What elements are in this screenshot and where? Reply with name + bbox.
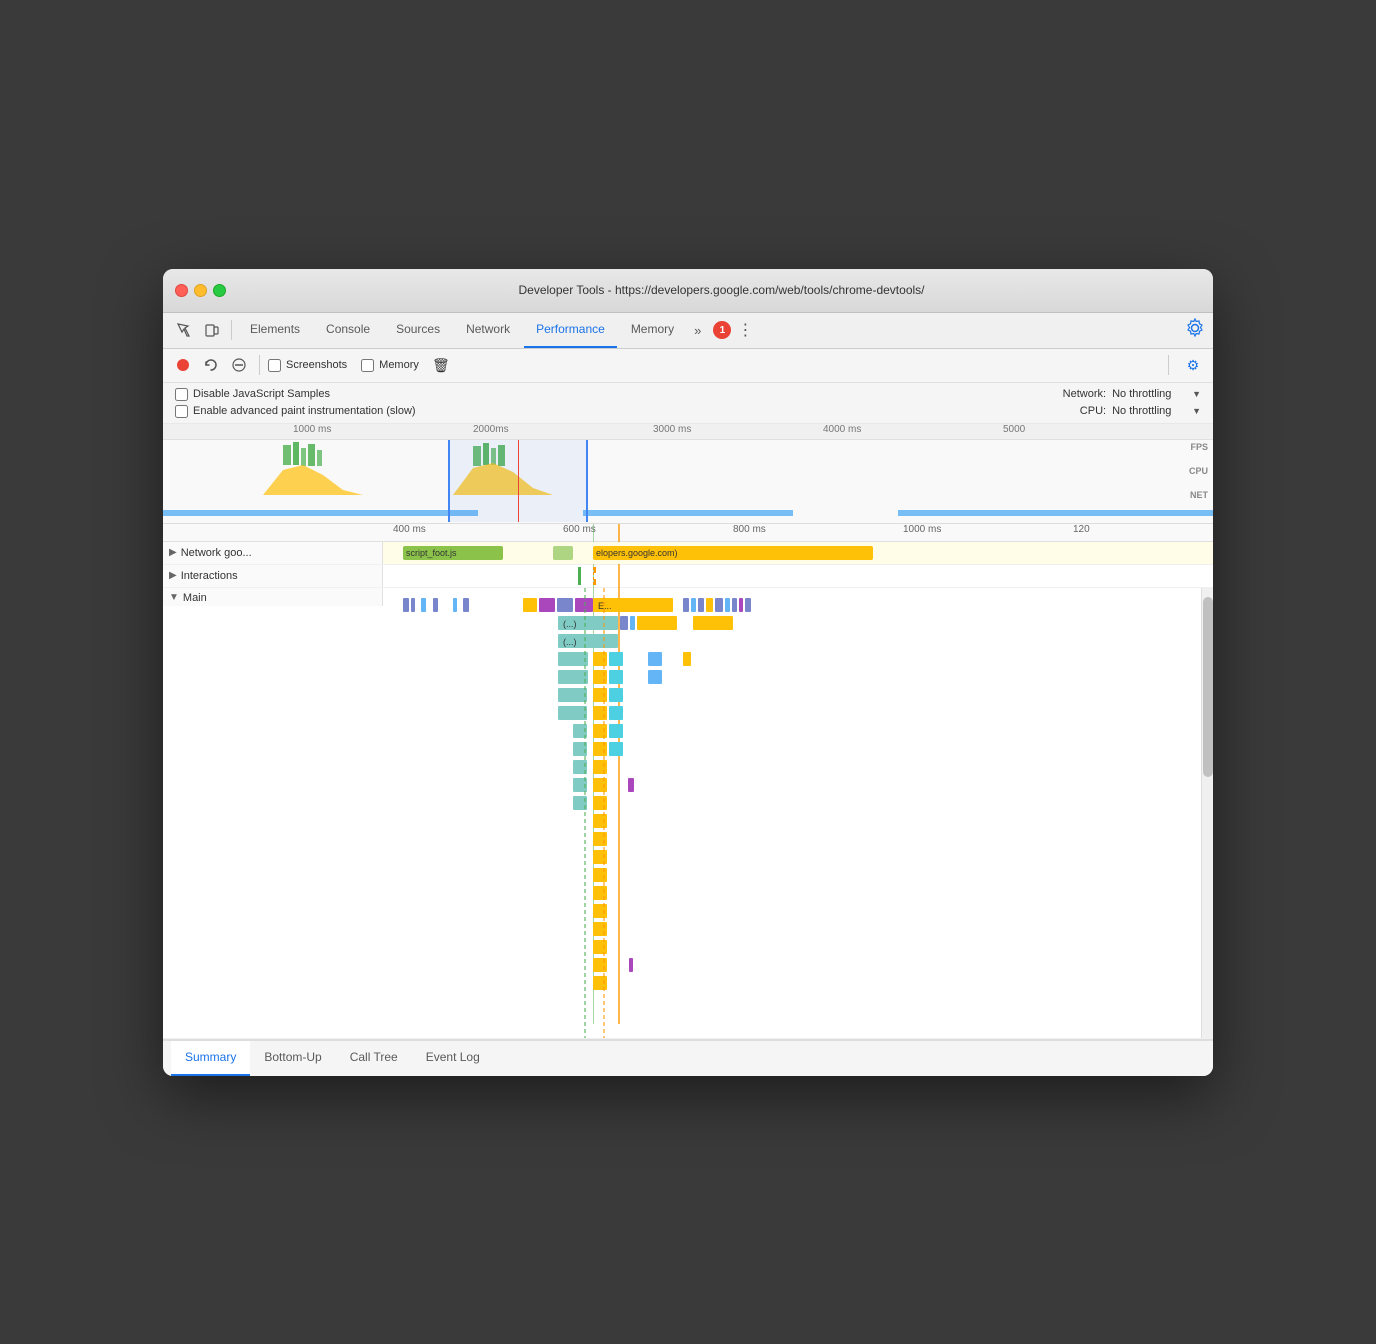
enable-paint-checkbox[interactable] [175, 405, 188, 418]
network-track-content[interactable]: script_foot.js elopers.google.com) [383, 542, 1213, 564]
network-expand-icon: ▶ [169, 547, 177, 558]
delete-button[interactable]: 🗑 [429, 353, 453, 377]
tab-performance[interactable]: Performance [524, 312, 617, 348]
main-track-row: ▼ Main [163, 588, 1213, 1039]
tab-summary[interactable]: Summary [171, 1040, 250, 1076]
more-tabs-button[interactable]: » [688, 323, 707, 338]
interactions-track-label[interactable]: ▶ Interactions [163, 565, 383, 587]
settings-gear-icon[interactable] [1185, 318, 1205, 338]
devtools-tabbar: Elements Console Sources Network Perform… [163, 313, 1213, 349]
tab-bottom-up[interactable]: Bottom-Up [250, 1040, 335, 1076]
network-block-1: script_foot.js [403, 546, 503, 560]
settings-right-panel-2: CPU: No throttling ▼ [1080, 405, 1201, 417]
cpu-dropdown-arrow: ▼ [1192, 406, 1201, 416]
time-400ms: 400 ms [393, 524, 426, 535]
device-toolbar-icon[interactable] [199, 317, 225, 343]
screenshots-checkbox-label[interactable]: Screenshots [268, 359, 347, 372]
reload-record-button[interactable] [199, 353, 223, 377]
devtools-more-options[interactable]: ⋮ [737, 320, 753, 340]
disable-js-samples-label[interactable]: Disable JavaScript Samples [175, 388, 330, 401]
main-track-name: Main [183, 592, 207, 604]
main-track-content[interactable]: E... (...) [383, 588, 1213, 1038]
time-600ms: 600 ms [563, 524, 596, 535]
screenshots-checkbox[interactable] [268, 359, 281, 372]
network-track-label[interactable]: ▶ Network goo... [163, 542, 383, 564]
close-button[interactable] [175, 284, 188, 297]
flame-chart-area: 400 ms 600 ms 800 ms 1000 ms 120 ▶ Netwo… [163, 524, 1213, 1040]
tab-event-log[interactable]: Event Log [412, 1040, 494, 1076]
window-title: Developer Tools - https://developers.goo… [242, 283, 1201, 297]
bottom-tabs: Summary Bottom-Up Call Tree Event Log [163, 1040, 1213, 1076]
memory-checkbox[interactable] [361, 359, 374, 372]
ruler-4000ms: 4000 ms [823, 424, 861, 435]
titlebar: Developer Tools - https://developers.goo… [163, 269, 1213, 313]
tab-memory[interactable]: Memory [619, 312, 686, 348]
tab-call-tree[interactable]: Call Tree [336, 1040, 412, 1076]
disable-js-samples-option: Disable JavaScript Samples Network: No t… [175, 388, 1201, 401]
interactions-track-name: Interactions [181, 570, 238, 582]
cpu-graph [163, 460, 1213, 500]
timeline-cursor [518, 440, 519, 522]
interaction-bar-2 [593, 567, 596, 585]
ruler-1000ms: 1000 ms [293, 424, 331, 435]
settings-right-panel: Network: No throttling ▼ [1063, 388, 1201, 400]
toolbar-divider [259, 355, 260, 375]
flame-chart-svg: E... (...) [383, 588, 1163, 1038]
settings-row: Disable JavaScript Samples Network: No t… [163, 383, 1213, 424]
minimize-button[interactable] [194, 284, 207, 297]
perf-settings-button[interactable]: ⚙ [1181, 353, 1205, 377]
enable-paint-option: Enable advanced paint instrumentation (s… [175, 405, 1201, 418]
scrollbar[interactable] [1201, 588, 1213, 1038]
tab-console[interactable]: Console [314, 312, 382, 348]
network-throttle-select[interactable]: No throttling [1112, 388, 1186, 400]
interactions-track-row: ▶ Interactions [163, 565, 1213, 588]
network-track-name: Network goo... [181, 547, 252, 559]
fps-label: FPS [1190, 442, 1208, 452]
time-800ms: 800 ms [733, 524, 766, 535]
svg-text:(...): (...) [563, 637, 577, 647]
devtools-window: Developer Tools - https://developers.goo… [163, 269, 1213, 1076]
maximize-button[interactable] [213, 284, 226, 297]
tab-elements[interactable]: Elements [238, 312, 312, 348]
ruler-2000ms: 2000ms [473, 424, 509, 435]
traffic-lights [175, 284, 226, 297]
network-throttle-option: Network: No throttling ▼ [1063, 388, 1201, 400]
network-track-row: ▶ Network goo... script_foot.js elopers.… [163, 542, 1213, 565]
interaction-bar-1 [578, 567, 581, 585]
network-block-2 [553, 546, 573, 560]
tab-network[interactable]: Network [454, 312, 522, 348]
ruler-3000ms: 3000 ms [653, 424, 691, 435]
record-button[interactable] [171, 353, 195, 377]
interactions-track-content[interactable] [383, 565, 1213, 587]
cpu-label: CPU [1189, 466, 1208, 476]
svg-text:E...: E... [598, 601, 612, 611]
interactions-expand-icon: ▶ [169, 570, 177, 581]
cpu-throttle-option: CPU: No throttling ▼ [1080, 405, 1201, 417]
clear-button[interactable] [227, 353, 251, 377]
toolbar-divider-right [1168, 355, 1169, 375]
svg-text:(...): (...) [563, 619, 577, 629]
inspect-element-icon[interactable] [171, 317, 197, 343]
main-expand-icon: ▼ [169, 592, 179, 603]
time-1200ms: 120 [1073, 524, 1090, 535]
net-label: NET [1190, 490, 1208, 500]
network-block-3: elopers.google.com) [593, 546, 873, 560]
performance-toolbar: Screenshots Memory 🗑 ⚙ [163, 349, 1213, 383]
enable-paint-label[interactable]: Enable advanced paint instrumentation (s… [175, 405, 416, 418]
memory-checkbox-label[interactable]: Memory [361, 359, 419, 372]
network-dropdown-arrow: ▼ [1192, 389, 1201, 399]
error-count[interactable]: 1 [713, 321, 731, 339]
timeline-overview[interactable]: 1000 ms 2000ms 3000 ms 4000 ms 5000 [163, 424, 1213, 524]
scrollbar-thumb[interactable] [1203, 597, 1213, 777]
error-badge: 1 [713, 321, 731, 339]
disable-js-samples-checkbox[interactable] [175, 388, 188, 401]
tab-sources[interactable]: Sources [384, 312, 452, 348]
ruler-5000ms: 5000 [1003, 424, 1025, 435]
time-ruler: 400 ms 600 ms 800 ms 1000 ms 120 [163, 524, 1213, 542]
tab-divider-1 [231, 320, 232, 340]
cpu-throttle-select[interactable]: No throttling [1112, 405, 1186, 417]
main-track-label[interactable]: ▼ Main [163, 588, 383, 606]
time-1000ms: 1000 ms [903, 524, 941, 535]
net-graph [163, 510, 1213, 516]
